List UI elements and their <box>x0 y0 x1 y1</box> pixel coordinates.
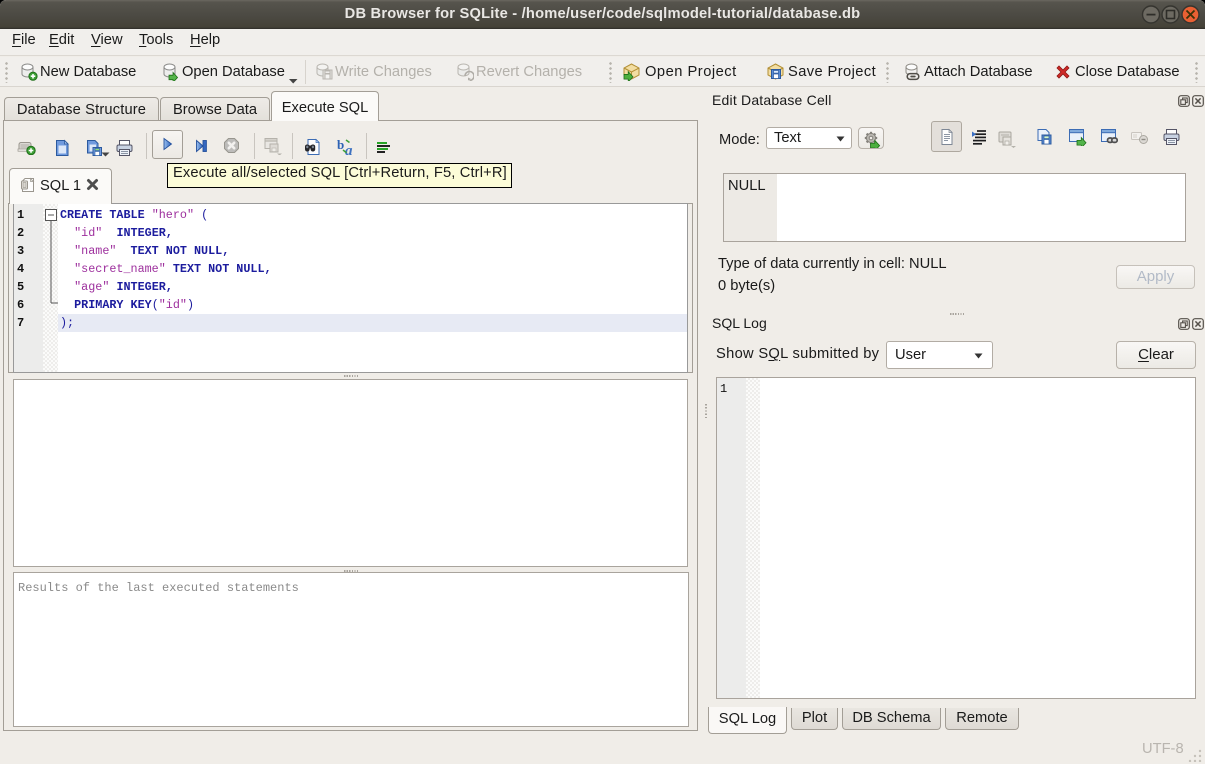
svg-text:a: a <box>345 143 353 156</box>
